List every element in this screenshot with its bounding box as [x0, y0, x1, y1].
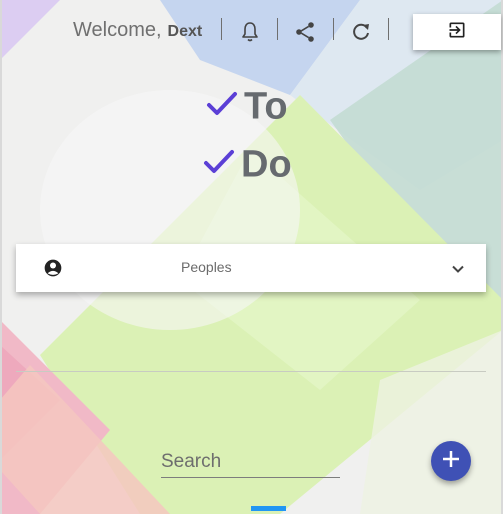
user-name: Dext: [167, 23, 203, 40]
checkmark-icon: [203, 143, 235, 186]
chevron-down-icon: [451, 262, 465, 276]
bottom-tab-indicator[interactable]: [251, 506, 286, 511]
bell-icon[interactable]: [238, 20, 262, 44]
share-icon[interactable]: [293, 20, 317, 44]
refresh-icon[interactable]: [349, 20, 373, 44]
welcome-message: Welcome, Dext: [73, 19, 202, 42]
search-input[interactable]: [161, 447, 340, 478]
header-separator: [388, 18, 389, 40]
logout-button[interactable]: [413, 14, 501, 50]
checkmark-icon: [206, 85, 238, 128]
title-word-to: To: [244, 85, 288, 128]
header-separator: [333, 18, 334, 40]
title-word-do: Do: [241, 143, 292, 186]
header-separator: [277, 18, 278, 40]
logout-icon: [447, 20, 467, 45]
welcome-text: Welcome,: [73, 19, 162, 41]
frame-border-left: [0, 0, 2, 514]
person-circle-icon: [43, 258, 63, 278]
add-button[interactable]: [431, 441, 471, 481]
section-divider: [16, 371, 486, 372]
people-dropdown[interactable]: Peoples: [16, 244, 486, 292]
title-line-to: To: [206, 84, 288, 128]
people-dropdown-label: Peoples: [181, 259, 232, 275]
title-line-do: Do: [203, 142, 292, 186]
plus-icon: [442, 450, 460, 473]
header-separator: [221, 18, 222, 40]
header-bar: Welcome, Dext: [0, 0, 503, 60]
